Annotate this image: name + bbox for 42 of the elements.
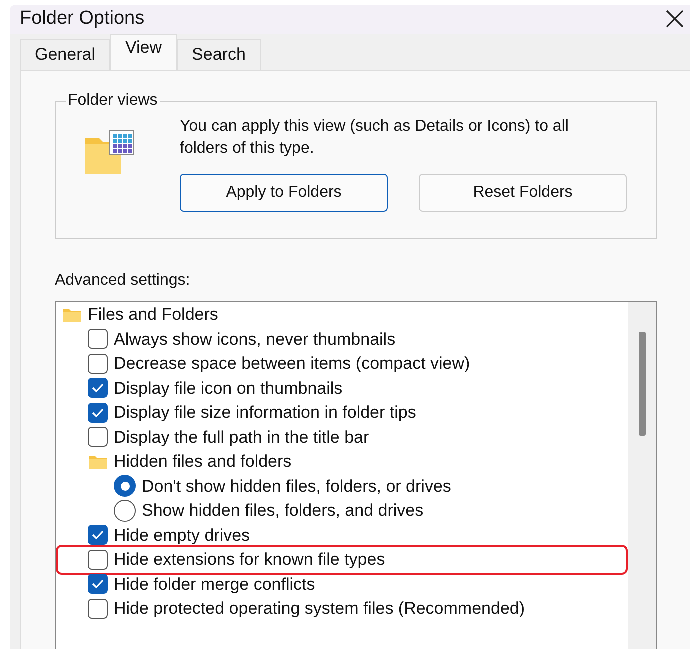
folder-icon [62,306,82,323]
check-icon [92,383,104,394]
setting-label: Don't show hidden files, folders, or drives [142,478,452,495]
checkbox[interactable] [88,574,108,594]
setting-label: Hide protected operating system files (Recommended) [114,600,526,618]
checkbox[interactable] [88,550,108,570]
window-title: Folder Options [20,7,145,31]
radio-button[interactable] [114,500,136,522]
scrollbar[interactable] [628,302,656,649]
checkbox[interactable] [88,525,108,546]
folder-view-icon [84,130,136,176]
setting-label: Hide empty drives [114,526,250,544]
advanced-settings-label: Advanced settings: [55,270,192,290]
setting-label: Hidden files and folders [114,453,292,470]
setting-label: Always show icons, never thumbnails [114,330,396,348]
setting-label: Show hidden files, folders, and drives [142,502,424,520]
tab[interactable]: View [110,34,178,70]
radio-button[interactable] [114,475,136,498]
setting-label: Files and Folders [88,306,218,324]
setting-label: Hide folder merge conflicts [114,576,316,593]
checkbox[interactable] [88,329,108,350]
setting-label: Decrease space between items (compact view) [114,355,470,372]
tab[interactable]: General [20,38,110,70]
folder-action-button[interactable]: Reset Folders [419,174,627,212]
folder-action-button[interactable]: Apply to Folders [180,174,388,212]
check-icon [92,579,104,590]
checkbox[interactable] [88,427,108,448]
checkbox[interactable] [88,354,108,374]
folder-icon [88,454,108,470]
setting-label: Display the full path in the title bar [114,428,370,446]
setting-label: Display file size information in folder tips [114,404,416,422]
checkbox[interactable] [88,402,108,423]
tab[interactable]: Search [177,38,261,70]
check-icon [92,530,104,540]
checkbox[interactable] [88,598,108,619]
setting-label: Display file icon on thumbnails [114,380,343,397]
checkbox[interactable] [88,378,108,398]
setting-label: Hide extensions for known file types [114,551,386,568]
close-icon[interactable] [666,10,684,28]
check-icon [92,408,104,418]
settings-list[interactable] [55,300,657,649]
folder-views-description: You can apply this view (such as Details or Icons) to all folders of this type. [180,116,570,158]
